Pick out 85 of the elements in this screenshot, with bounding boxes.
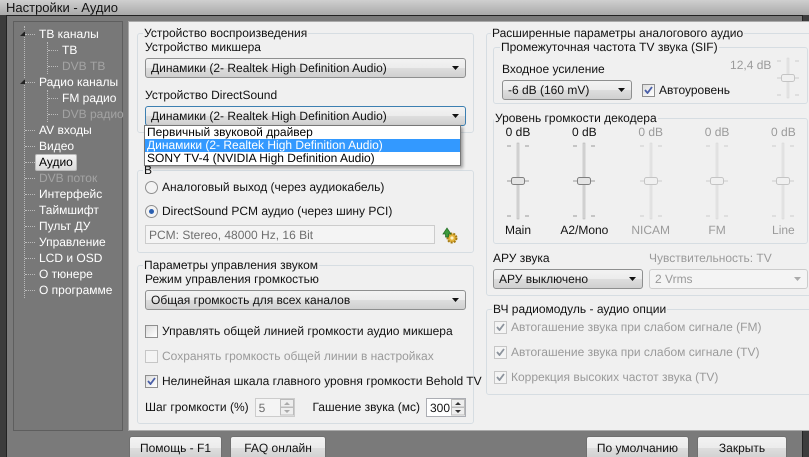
tree-item[interactable]: Интерфейс (35, 186, 106, 202)
field-label: Гашение звука (мс) (312, 400, 420, 415)
field-label: Устройство микшера (145, 40, 262, 55)
checkbox-label: Сохранять громкость общей линии в настройках (162, 348, 434, 364)
footer-button[interactable]: Помощь - F1 (129, 436, 222, 457)
tree-item[interactable]: LCD и OSD (35, 250, 106, 266)
group-title: Расширенные параметры аналогового аудио (491, 26, 744, 40)
level-reading: 0 dB (638, 125, 664, 139)
tree-item[interactable]: Радио каналы (35, 74, 122, 90)
field-label: Устройство DirectSound (145, 88, 278, 103)
channel-label: Line (772, 223, 795, 237)
group-title: Промежуточная частота TV звука (SIF) (500, 40, 719, 54)
caret-icon (794, 277, 802, 281)
checkbox-label: Нелинейная шкала главного уровня громкости Behold TV (162, 374, 482, 388)
radio-label: Аналоговый выход (через аудиокабель) (162, 180, 384, 195)
dropdown[interactable]: Общая громкость для всех каналов (145, 290, 466, 310)
slider-thumb[interactable] (577, 177, 592, 185)
expander-icon[interactable] (19, 30, 26, 37)
footer-button[interactable]: Закрыть (697, 436, 787, 457)
group-title: Уровень громкости декодера (494, 111, 658, 125)
dropdown[interactable]: АРУ выключено (493, 269, 643, 289)
checkbox-label: Автогашение звука при слабом сигнале (TV) (511, 344, 760, 360)
caret-icon (452, 298, 459, 302)
checkbox[interactable] (145, 324, 158, 338)
format-field: PCM: Stereo, 48000 Hz, 16 Bit (145, 225, 435, 244)
field-label: Шаг громкости (%) (145, 400, 249, 415)
channel-label: A2/Mono (560, 223, 608, 237)
caret-icon (629, 277, 636, 281)
gear-icon[interactable] (441, 226, 459, 244)
tree-item[interactable]: Управление (35, 234, 110, 250)
field-label: Чувствительность: TV (649, 251, 773, 266)
slider-thumb[interactable] (511, 177, 525, 185)
caret-icon (618, 88, 625, 92)
up-down-arrows-icon[interactable] (451, 399, 465, 416)
field-label: АРУ звука (493, 251, 551, 266)
footer-button[interactable]: FAQ онлайн (230, 436, 326, 457)
window-title: Настройки - Аудио (6, 0, 118, 15)
checkbox[interactable] (145, 374, 158, 388)
channel-label: Main (504, 223, 531, 237)
level-reading: 12,4 dB (730, 58, 772, 72)
dropdown-option[interactable]: Первичный звуковой драйвер (145, 126, 460, 139)
tree-item[interactable]: FM радио (58, 90, 120, 106)
volume-slider[interactable] (704, 141, 730, 221)
volume-slider[interactable] (505, 141, 531, 221)
group-title: В (143, 163, 154, 177)
footer-button[interactable]: По умолчанию (586, 436, 689, 457)
expander-icon[interactable] (19, 78, 26, 85)
tree-item[interactable]: Видео (35, 138, 78, 154)
level-reading: 0 dB (572, 125, 597, 139)
dropdown-option[interactable]: SONY TV-4 (NVIDIA High Definition Audio) (145, 152, 460, 165)
volume-slider[interactable] (638, 141, 664, 221)
dropdown-option[interactable]: Динамики (2- Realtek High Definition Audio) (145, 139, 460, 152)
checkbox-label: Коррекция высоких частот звука (TV) (511, 370, 718, 384)
checkbox-label: Автоуровень (659, 82, 730, 98)
caret-icon (452, 114, 459, 118)
checkbox-label: Автогашение звука при слабом сигнале (FM) (511, 320, 762, 334)
dropdown[interactable]: Динамики (2- Realtek High Definition Audio) (145, 106, 466, 126)
tree-item[interactable]: ТВ (58, 42, 82, 58)
volume-slider[interactable] (775, 56, 802, 100)
field-label: Режим управления громкостью (145, 272, 320, 287)
volume-slider[interactable] (571, 141, 598, 221)
radio-button[interactable] (145, 181, 158, 194)
group-title: Устройство воспроизведения (143, 26, 308, 40)
radio-button[interactable] (145, 205, 158, 218)
volume-slider[interactable] (770, 141, 796, 221)
tree-item[interactable]: ТВ каналы (35, 26, 103, 42)
dropdown[interactable]: Динамики (2- Realtek High Definition Audio) (145, 58, 466, 78)
level-reading: 0 dB (506, 125, 530, 139)
caret-icon (452, 66, 459, 70)
field-label: Входное усиление (502, 62, 606, 77)
tree-item[interactable]: Таймшифт (35, 202, 103, 218)
channel-label: NICAM (631, 223, 670, 237)
radio-label: DirectSound PCM аудио (через шину PCI) (162, 204, 392, 219)
checkbox-label: Управлять общей линией громкости аудио микшера (162, 324, 453, 338)
tree-item[interactable]: О программе (35, 282, 116, 298)
group-title: ВЧ радиомодуль - аудио опции (492, 302, 668, 316)
group-title: Параметры управления звуком (143, 258, 320, 272)
tree-item[interactable]: Аудио (35, 154, 77, 170)
tree-item[interactable]: О тюнере (35, 266, 97, 282)
number-field[interactable]: 300 (426, 398, 466, 417)
channel-label: FM (708, 223, 726, 237)
tree-item[interactable]: Пульт ДУ (35, 218, 94, 234)
tree-item[interactable]: AV входы (35, 122, 96, 138)
level-reading: 0 dB (704, 125, 730, 139)
level-reading: 0 dB (771, 125, 796, 139)
